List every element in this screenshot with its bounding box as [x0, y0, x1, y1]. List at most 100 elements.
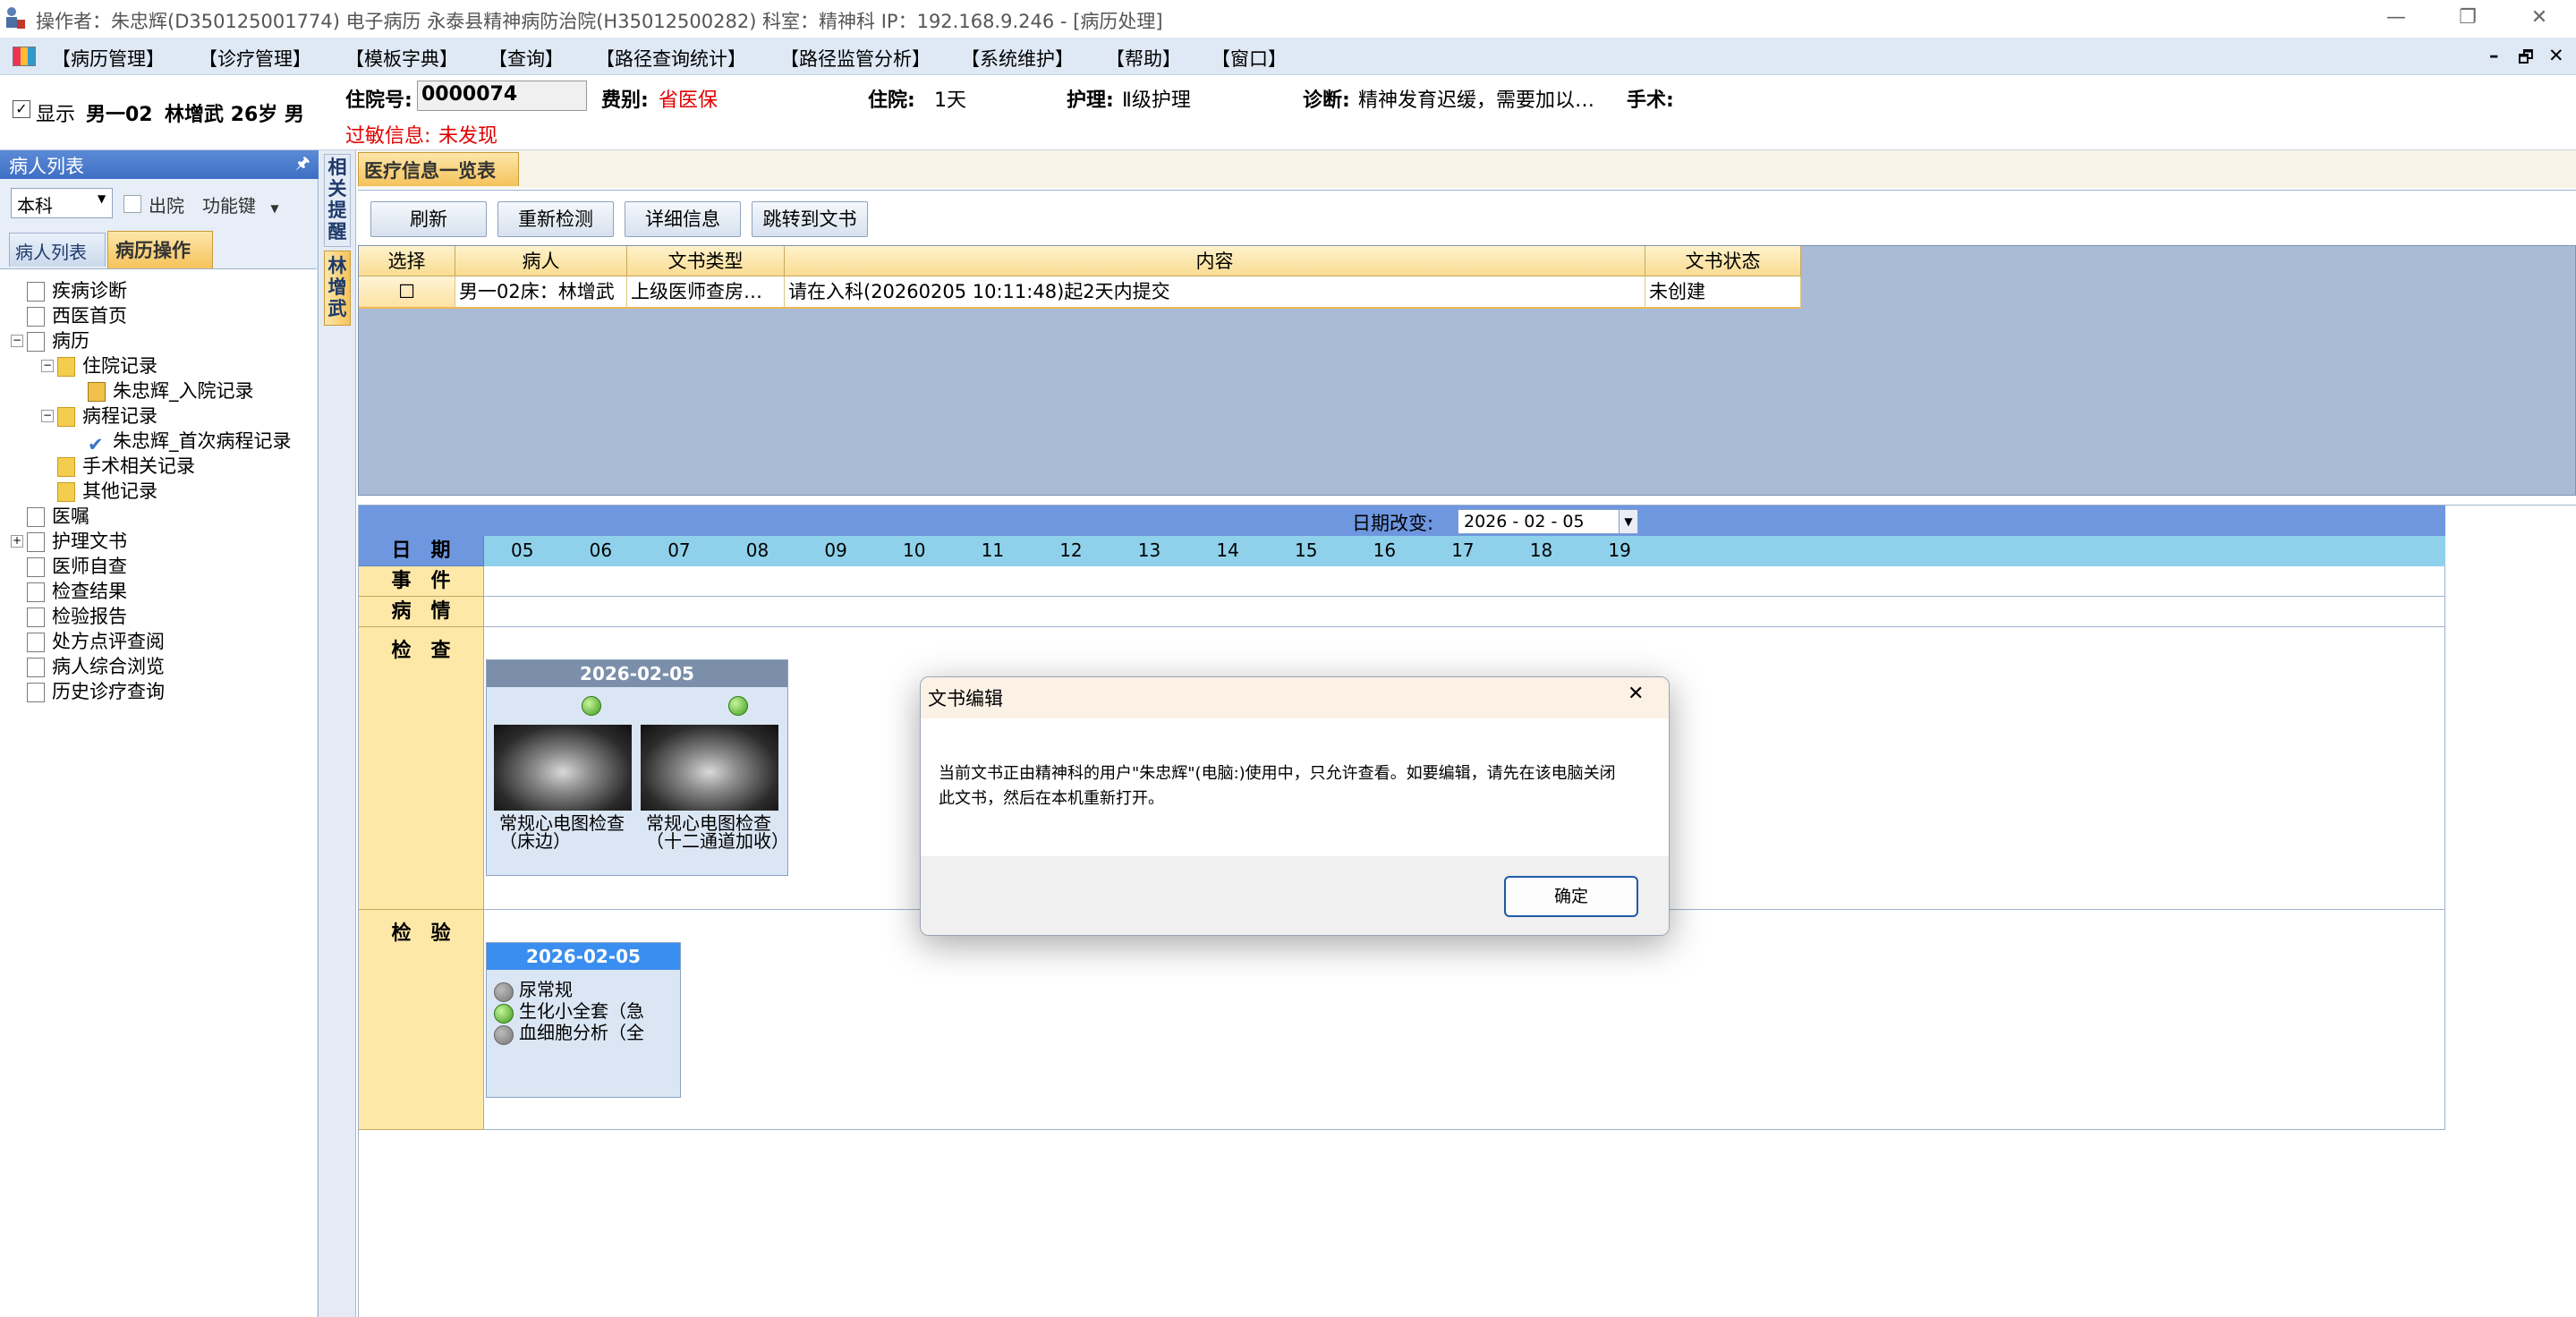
menu-help[interactable]: 【帮助】: [1106, 45, 1181, 72]
tree-node-label: 病人综合浏览: [52, 656, 165, 677]
tree-node-label: 历史诊疗查询: [52, 681, 165, 702]
window-title: 操作者：朱忠辉(D350125001774) 电子病历 永泰县精神病防治院(H3…: [36, 11, 1163, 32]
folder-icon: [57, 407, 75, 427]
pin-icon[interactable]: 🖈: [295, 152, 310, 179]
category-label: 费别:: [601, 89, 649, 112]
tab-related-reminders[interactable]: 相关提醒: [324, 154, 351, 247]
tree-node[interactable]: + 护理文书: [11, 529, 127, 554]
row-select-checkbox[interactable]: ☐: [359, 276, 455, 309]
row-content[interactable]: 请在入科(20260205 10:11:48)起2天内提交: [785, 276, 1645, 309]
column-header-doc-type[interactable]: 文书类型: [627, 246, 785, 276]
ok-button[interactable]: 确定: [1504, 876, 1638, 917]
exam-card-date: 2026-02-05: [487, 660, 787, 687]
folder-icon: [57, 482, 75, 502]
stay-value: 1天: [934, 89, 966, 112]
row-patient[interactable]: 男一02床：林增武: [455, 276, 627, 309]
close-window-button[interactable]: ✕: [2502, 0, 2576, 38]
tree-node[interactable]: − 住院记录: [41, 353, 157, 378]
tab-medical-info-overview[interactable]: 医疗信息一览表: [358, 152, 519, 186]
menu-system-maintenance[interactable]: 【系统维护】: [961, 45, 1074, 72]
allergy-value: 未发现: [438, 125, 498, 148]
tab-related-reminders-label: 相关提醒: [327, 157, 347, 242]
tree-node[interactable]: 朱忠辉_入院记录: [88, 378, 254, 404]
lab-item[interactable]: 血细胞分析（全: [519, 1024, 678, 1041]
lab-item[interactable]: 尿常规: [519, 981, 573, 998]
stay-label: 住院:: [868, 89, 915, 112]
menu-path-query-stats[interactable]: 【路径查询统计】: [596, 45, 746, 72]
tree-node[interactable]: 手术相关记录: [57, 454, 195, 479]
row-doc-type[interactable]: 上级医师查房…: [627, 276, 785, 309]
minimize-button[interactable]: —: [2359, 0, 2434, 38]
recheck-button[interactable]: 重新检测: [497, 201, 614, 237]
tab-patient-name[interactable]: 林增武: [324, 251, 351, 326]
xray-thumbnail[interactable]: [641, 725, 778, 811]
row-doc-status[interactable]: 未创建: [1645, 276, 1801, 309]
tree-node[interactable]: 检查结果: [27, 579, 127, 604]
admission-no-field[interactable]: 0000074: [417, 81, 587, 111]
menu-path-supervision[interactable]: 【路径监管分析】: [780, 45, 931, 72]
dialog-title: 文书编辑: [928, 688, 1003, 709]
main-tab-strip: [358, 150, 2576, 188]
tree-node[interactable]: − 病历: [11, 328, 89, 353]
expand-icon[interactable]: +: [11, 535, 23, 548]
hour-label: 15: [1295, 540, 1318, 561]
column-header-patient[interactable]: 病人: [455, 246, 627, 276]
tree-node-label: 朱忠辉_入院记录: [113, 380, 254, 402]
column-header-doc-status[interactable]: 文书状态: [1645, 246, 1801, 276]
menu-template-dictionary[interactable]: 【模板字典】: [345, 45, 458, 72]
tree-node[interactable]: 病人综合浏览: [27, 654, 165, 679]
dialog-close-icon[interactable]: ✕: [1628, 683, 1644, 705]
dept-select[interactable]: 本科 ▼: [11, 188, 113, 218]
document-icon: [27, 307, 45, 327]
date-picker-dropdown-icon[interactable]: ▼: [1619, 509, 1638, 534]
tree-node[interactable]: 历史诊疗查询: [27, 679, 165, 704]
exam-item-caption[interactable]: 常规心电图检查（十二通道加收）: [646, 814, 789, 850]
tree-node[interactable]: ✔ 朱忠辉_首次病程记录: [88, 429, 292, 455]
tree-node[interactable]: 医师自查: [27, 554, 127, 579]
mdi-minimize-button[interactable]: –: [2489, 45, 2499, 66]
menu-query[interactable]: 【查询】: [489, 45, 564, 72]
tree-node-label: 手术相关记录: [82, 455, 195, 477]
collapse-icon[interactable]: −: [41, 410, 54, 422]
tree-node[interactable]: 西医首页: [27, 303, 127, 328]
restore-button[interactable]: ❐: [2430, 0, 2505, 38]
details-button[interactable]: 详细信息: [625, 201, 741, 237]
document-icon: [27, 282, 45, 302]
xray-thumbnail[interactable]: [494, 725, 632, 811]
tree-node[interactable]: 处方点评查阅: [27, 629, 165, 654]
goto-document-button[interactable]: 跳转到文书: [752, 201, 868, 237]
tree-node[interactable]: − 病程记录: [41, 404, 157, 429]
patient-bed: 男一02: [86, 104, 153, 126]
column-header-content[interactable]: 内容: [785, 246, 1645, 276]
tree-node[interactable]: 医嘱: [27, 504, 89, 529]
tab-patient-list[interactable]: 病人列表: [9, 233, 106, 267]
menu-window[interactable]: 【窗口】: [1211, 45, 1287, 72]
lab-card[interactable]: 2026-02-05 尿常规 生化小全套（急 血细胞分析（全: [486, 942, 681, 1098]
show-checkbox[interactable]: ✓: [13, 100, 30, 118]
menu-treatment-management[interactable]: 【诊疗管理】: [199, 45, 311, 72]
tab-record-operations[interactable]: 病历操作: [107, 231, 213, 268]
collapse-icon[interactable]: −: [11, 335, 23, 347]
event-row: [484, 566, 2445, 597]
tree-node[interactable]: 检验报告: [27, 604, 127, 629]
refresh-button[interactable]: 刷新: [370, 201, 487, 237]
exam-card[interactable]: 2026-02-05 常规心电图检查（床边） 常规心电图检查（十二通道加收）: [486, 659, 789, 876]
function-key-label: 功能键: [202, 195, 256, 217]
discharged-checkbox[interactable]: [123, 195, 141, 213]
tree-node[interactable]: 其他记录: [57, 479, 157, 504]
column-header-select[interactable]: 选择: [359, 246, 455, 276]
timeline-date-bar: 日期改变: 2026 - 02 - 05 ▼: [359, 506, 2445, 536]
collapse-icon[interactable]: −: [41, 360, 54, 372]
menu-bar: 【病历管理】 【诊疗管理】 【模板字典】 【查询】 【路径查询统计】 【路径监管…: [0, 38, 2576, 75]
mdi-restore-button[interactable]: 🗗: [2518, 45, 2534, 73]
function-key-dropdown[interactable]: 功能键 ▼: [202, 191, 279, 217]
lab-card-date: 2026-02-05: [487, 943, 680, 970]
date-picker-input[interactable]: 2026 - 02 - 05: [1458, 509, 1637, 534]
exam-item-caption[interactable]: 常规心电图检查（床边）: [499, 814, 633, 850]
diagnosis-label: 诊断:: [1303, 89, 1350, 112]
menu-record-management[interactable]: 【病历管理】: [52, 45, 165, 72]
panel-title-text: 病人列表: [9, 156, 84, 177]
mdi-close-button[interactable]: ✕: [2548, 45, 2564, 66]
tree-node[interactable]: 疾病诊断: [27, 278, 127, 303]
lab-item[interactable]: 生化小全套（急: [519, 1002, 678, 1020]
